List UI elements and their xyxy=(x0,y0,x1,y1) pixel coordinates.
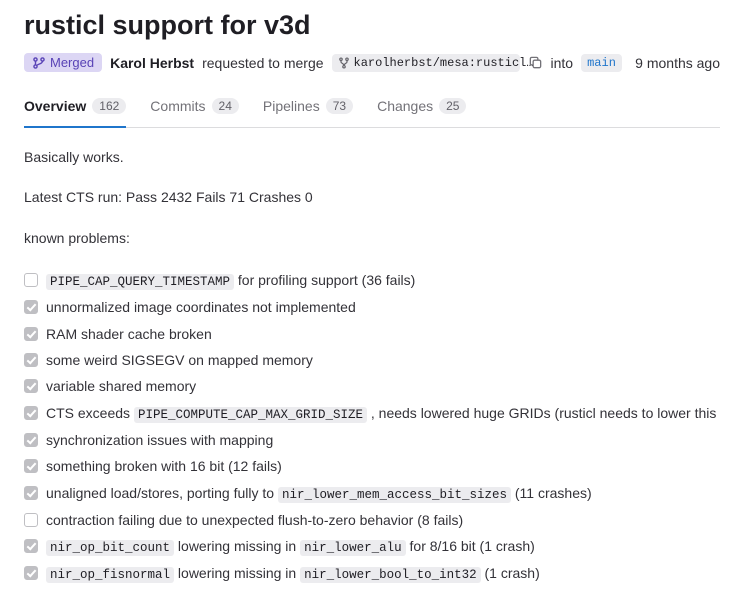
body-paragraph: known problems: xyxy=(24,227,720,249)
target-branch[interactable]: main xyxy=(581,54,622,72)
task-item: nir_op_bit_count lowering missing in nir… xyxy=(24,533,720,560)
task-item: CTS exceeds PIPE_COMPUTE_CAP_MAX_GRID_SI… xyxy=(24,400,720,427)
copy-branch-button[interactable] xyxy=(528,55,543,70)
task-checkbox[interactable] xyxy=(24,273,38,287)
task-text: variable shared memory xyxy=(46,375,196,397)
body-paragraph: Basically works. xyxy=(24,146,720,168)
tab-label: Commits xyxy=(150,98,205,114)
task-checkbox[interactable] xyxy=(24,379,38,393)
tab-changes[interactable]: Changes 25 xyxy=(377,88,466,128)
code-inline: PIPE_COMPUTE_CAP_MAX_GRID_SIZE xyxy=(134,407,367,423)
task-text: contraction failing due to unexpected fl… xyxy=(46,509,463,531)
task-item: contraction failing due to unexpected fl… xyxy=(24,507,720,533)
code-inline: nir_op_fisnormal xyxy=(46,567,174,583)
task-item: RAM shader cache broken xyxy=(24,321,720,347)
tab-count: 25 xyxy=(439,98,466,114)
code-inline: nir_lower_bool_to_int32 xyxy=(300,567,481,583)
source-branch-name: karolherbst/mesa:rusticl… xyxy=(354,56,534,70)
author-link[interactable]: Karol Herbst xyxy=(110,55,194,71)
task-text: some weird SIGSEGV on mapped memory xyxy=(46,349,313,371)
task-checkbox[interactable] xyxy=(24,513,38,527)
tab-count: 24 xyxy=(212,98,239,114)
task-checkbox[interactable] xyxy=(24,566,38,580)
task-checkbox[interactable] xyxy=(24,353,38,367)
task-item: variable shared memory xyxy=(24,373,720,399)
task-text: nir_op_fisnormal lowering missing in nir… xyxy=(46,562,540,585)
task-text: something broken with 16 bit (12 fails) xyxy=(46,455,282,477)
code-inline: PIPE_CAP_QUERY_TIMESTAMP xyxy=(46,274,234,290)
source-branch[interactable]: karolherbst/mesa:rusticl… xyxy=(332,54,520,72)
task-item: something broken with 16 bit (12 fails) xyxy=(24,453,720,479)
tab-commits[interactable]: Commits 24 xyxy=(150,88,239,128)
task-checkbox[interactable] xyxy=(24,406,38,420)
tab-pipelines[interactable]: Pipelines 73 xyxy=(263,88,353,128)
requested-text: requested to merge xyxy=(202,55,323,71)
task-item: synchronization issues with mapping xyxy=(24,427,720,453)
task-item: PIPE_CAP_QUERY_TIMESTAMP for profiling s… xyxy=(24,267,720,294)
tab-label: Pipelines xyxy=(263,98,320,114)
tab-count: 162 xyxy=(92,98,126,114)
tab-overview[interactable]: Overview 162 xyxy=(24,88,126,128)
code-inline: nir_lower_mem_access_bit_sizes xyxy=(278,487,511,503)
tab-label: Overview xyxy=(24,98,86,114)
into-text: into xyxy=(551,55,574,71)
time-ago: 9 months ago xyxy=(635,55,720,71)
merge-icon xyxy=(32,56,46,70)
task-text: RAM shader cache broken xyxy=(46,323,212,345)
tab-count: 73 xyxy=(326,98,353,114)
task-text: unnormalized image coordinates not imple… xyxy=(46,296,356,318)
task-checkbox[interactable] xyxy=(24,459,38,473)
task-checkbox[interactable] xyxy=(24,300,38,314)
body-paragraph: Latest CTS run: Pass 2432 Fails 71 Crash… xyxy=(24,186,720,208)
description: Basically works. Latest CTS run: Pass 24… xyxy=(24,128,720,587)
code-inline: nir_lower_alu xyxy=(300,540,406,556)
tabs: Overview 162 Commits 24 Pipelines 73 Changes 25 xyxy=(24,88,720,128)
task-item: some weird SIGSEGV on mapped memory xyxy=(24,347,720,373)
code-inline: nir_op_bit_count xyxy=(46,540,174,556)
page-title: rusticl support for v3d xyxy=(24,10,720,41)
task-text: PIPE_CAP_QUERY_TIMESTAMP for profiling s… xyxy=(46,269,415,292)
task-checkbox[interactable] xyxy=(24,433,38,447)
task-text: nir_op_bit_count lowering missing in nir… xyxy=(46,535,535,558)
task-list: PIPE_CAP_QUERY_TIMESTAMP for profiling s… xyxy=(24,267,720,587)
task-text: synchronization issues with mapping xyxy=(46,429,273,451)
fork-icon xyxy=(338,57,350,69)
task-item: nir_op_fisnormal lowering missing in nir… xyxy=(24,560,720,587)
task-item: unnormalized image coordinates not imple… xyxy=(24,294,720,320)
status-badge: Merged xyxy=(24,53,102,72)
task-text: CTS exceeds PIPE_COMPUTE_CAP_MAX_GRID_SI… xyxy=(46,402,716,425)
task-checkbox[interactable] xyxy=(24,486,38,500)
tab-label: Changes xyxy=(377,98,433,114)
merge-request-meta: Merged Karol Herbst requested to merge k… xyxy=(24,53,720,72)
task-text: unaligned load/stores, porting fully to … xyxy=(46,482,592,505)
status-text: Merged xyxy=(50,55,94,70)
task-item: unaligned load/stores, porting fully to … xyxy=(24,480,720,507)
task-checkbox[interactable] xyxy=(24,539,38,553)
task-checkbox[interactable] xyxy=(24,327,38,341)
